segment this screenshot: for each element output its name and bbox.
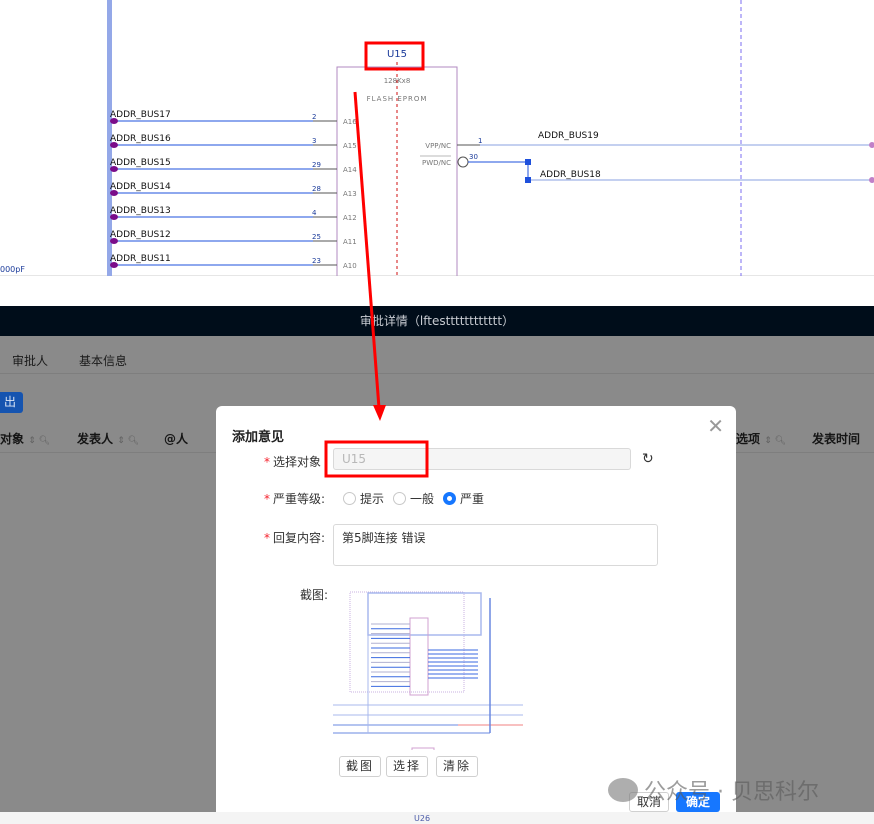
net-label[interactable]: ADDR_BUS12 bbox=[110, 230, 171, 240]
target-label: * 选择对象 bbox=[264, 455, 322, 469]
pin-name: A11 bbox=[343, 238, 357, 246]
net-label[interactable]: ADDR_BUS14 bbox=[110, 182, 171, 192]
pin-name: A12 bbox=[343, 214, 357, 222]
reply-textarea[interactable]: 第5脚连接 错误 bbox=[333, 524, 658, 566]
component-part: 128Kx8 bbox=[384, 77, 411, 85]
pin-name: A16 bbox=[343, 118, 357, 126]
net-label[interactable]: ADDR_BUS15 bbox=[110, 158, 171, 168]
target-input[interactable]: U15 bbox=[333, 448, 631, 470]
net-row[interactable]: ADDR_BUS14 28 A13 bbox=[110, 182, 357, 198]
reply-label: * 回复内容: bbox=[264, 531, 326, 545]
net-label[interactable]: ADDR_BUS17 bbox=[110, 110, 171, 120]
severity-label: * 严重等级: bbox=[264, 492, 326, 506]
pin-name: VPP/NC bbox=[425, 142, 451, 150]
tab-approver[interactable]: 审批人 bbox=[12, 352, 48, 369]
net-row[interactable]: ADDR_BUS12 25 A11 bbox=[110, 230, 357, 246]
pin-name: PWD/NC bbox=[422, 159, 451, 167]
component-type: FLASH EPROM bbox=[367, 95, 428, 103]
pin-number: 3 bbox=[312, 137, 316, 145]
pin-number: 1 bbox=[478, 137, 482, 145]
col-mention[interactable]: @人 bbox=[164, 430, 188, 447]
window-title: 审批详情（lftestttttttttttt） bbox=[0, 306, 874, 336]
sort-icon: ⇕ 🔍︎ bbox=[764, 436, 787, 446]
right-pins: 1 VPP/NC ADDR_BUS19 30 PWD/NC ADDR_BUS18 bbox=[420, 131, 874, 183]
pin-name: A10 bbox=[343, 262, 357, 270]
wechat-logo-icon bbox=[608, 778, 638, 802]
component-ref[interactable]: U15 bbox=[387, 49, 407, 60]
capture-button[interactable]: 截图 bbox=[339, 756, 382, 777]
watermark: 公众号 · 贝思科尔 bbox=[608, 774, 819, 806]
capacitor-label: 000pF bbox=[0, 265, 25, 274]
net-row[interactable]: ADDR_BUS15 29 A14 bbox=[110, 158, 357, 174]
schematic-canvas[interactable]: U15 128Kx8 FLASH EPROM 000pF ADDR_BUS17 2… bbox=[0, 0, 874, 283]
dialog-title: 添加意见 bbox=[232, 430, 285, 445]
col-author[interactable]: 发表人 ⇕ 🔍︎ bbox=[77, 430, 139, 447]
net-row[interactable]: ADDR_BUS16 3 A15 bbox=[110, 134, 357, 150]
schematic-bottom-strip: U26 bbox=[0, 812, 874, 824]
screenshot-label: 截图: bbox=[300, 588, 329, 602]
component-ref: U26 bbox=[414, 814, 431, 823]
sort-icon: ⇕ 🔍︎ bbox=[28, 436, 51, 446]
tab-bar: 审批人 基本信息 bbox=[0, 336, 874, 374]
pin-number: 28 bbox=[312, 185, 321, 193]
add-comment-dialog: 添加意见 ✕ * 选择对象 U15 ↻ * 严重等级: 提示 一般 严重 * 回复内容… bbox=[216, 406, 736, 812]
screenshot-thumbnail bbox=[333, 591, 523, 750]
net-label[interactable]: ADDR_BUS11 bbox=[110, 254, 171, 264]
radio-normal[interactable]: 一般 bbox=[393, 490, 434, 507]
pin-name: A13 bbox=[343, 190, 357, 198]
net-label[interactable]: ADDR_BUS13 bbox=[110, 206, 171, 216]
schematic-svg[interactable]: U15 128Kx8 FLASH EPROM 000pF ADDR_BUS17 2… bbox=[0, 0, 874, 283]
col-object[interactable]: 对象 ⇕ 🔍︎ bbox=[0, 430, 50, 447]
refresh-icon[interactable]: ↻ bbox=[642, 451, 654, 467]
col-option[interactable]: 选项 ⇕ 🔍︎ bbox=[736, 430, 786, 447]
clear-button[interactable]: 清除 bbox=[436, 756, 479, 777]
radio-severe[interactable]: 严重 bbox=[443, 490, 484, 507]
net-label[interactable]: ADDR_BUS16 bbox=[110, 134, 171, 144]
sort-icon: ⇕ 🔍︎ bbox=[117, 436, 140, 446]
pin-number: 25 bbox=[312, 233, 321, 241]
tab-basic-info[interactable]: 基本信息 bbox=[79, 352, 127, 369]
pin-number: 30 bbox=[469, 153, 478, 161]
select-button[interactable]: 选择 bbox=[386, 756, 429, 777]
pin-name: A14 bbox=[343, 166, 357, 174]
net-label[interactable]: ADDR_BUS19 bbox=[538, 131, 599, 141]
close-icon[interactable]: ✕ bbox=[707, 414, 724, 438]
pin-number: 2 bbox=[312, 113, 316, 121]
pin-number: 4 bbox=[312, 209, 317, 217]
pin-number: 23 bbox=[312, 257, 321, 265]
col-publish-time[interactable]: 发表时间 bbox=[812, 430, 860, 447]
net-label[interactable]: ADDR_BUS18 bbox=[540, 170, 601, 180]
radio-hint[interactable]: 提示 bbox=[343, 490, 384, 507]
pin-name: A15 bbox=[343, 142, 357, 150]
export-button[interactable]: 出 bbox=[0, 392, 23, 413]
net-row[interactable]: ADDR_BUS11 23 A10 bbox=[110, 254, 357, 270]
net-row[interactable]: ADDR_BUS13 4 A12 bbox=[110, 206, 357, 222]
net-row[interactable]: ADDR_BUS17 2 A16 bbox=[110, 110, 357, 126]
pin-number: 29 bbox=[312, 161, 321, 169]
